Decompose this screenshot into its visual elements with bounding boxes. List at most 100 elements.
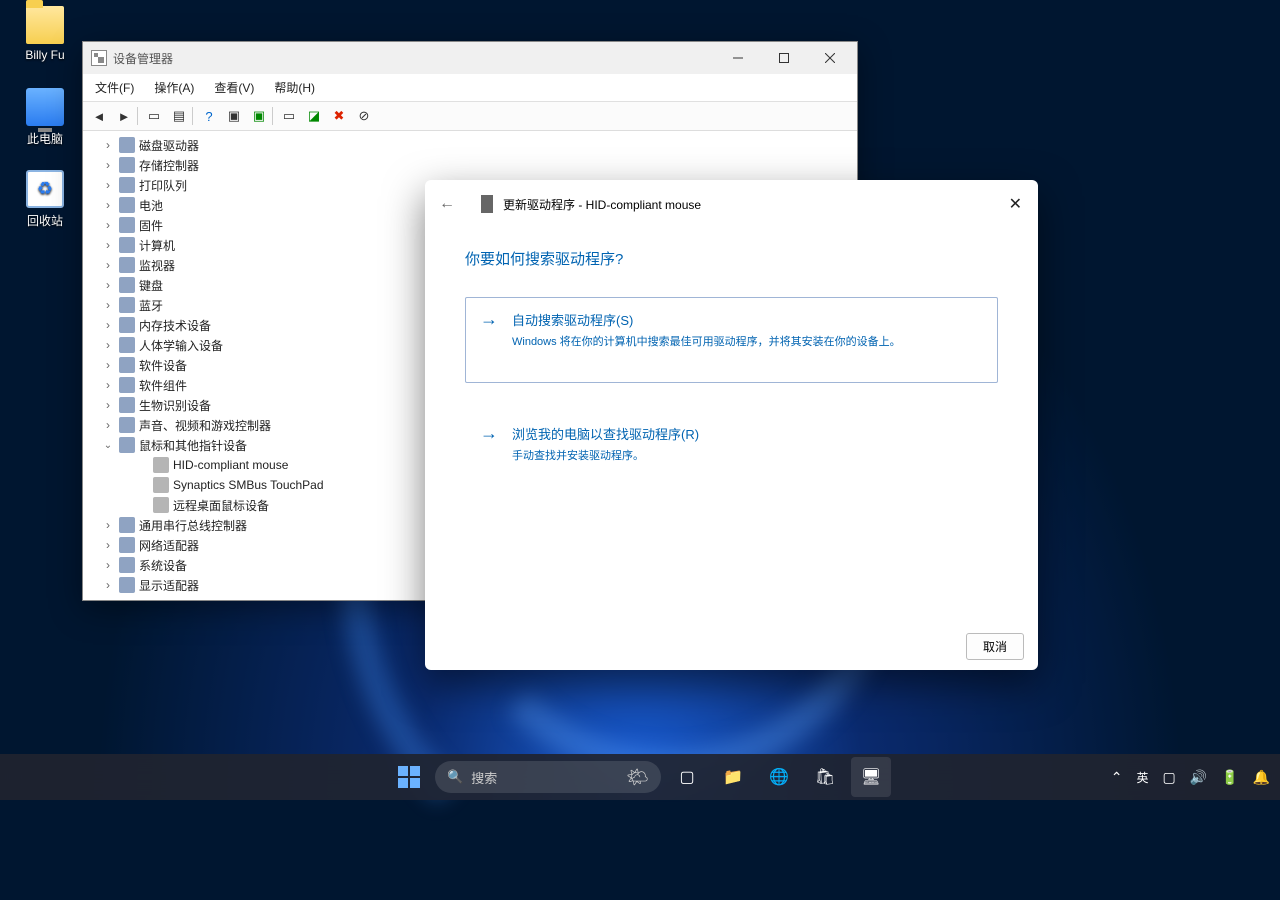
category-icon (119, 317, 135, 333)
folder-icon (26, 6, 64, 44)
update-button[interactable]: ▣ (247, 104, 271, 128)
back-icon[interactable]: ← (439, 195, 463, 213)
battery-icon[interactable]: 🔋 (1221, 769, 1238, 786)
category-icon (119, 517, 135, 533)
chevron-right-icon[interactable] (101, 398, 115, 412)
desktop-icon-recycle-bin[interactable]: 回收站 (10, 170, 80, 229)
category-icon (119, 137, 135, 153)
separator (192, 107, 196, 125)
category-icon (119, 337, 135, 353)
ime-indicator[interactable]: 英 (1136, 769, 1148, 786)
menubar: 文件(F) 操作(A) 查看(V) 帮助(H) (83, 74, 857, 102)
category-icon (119, 417, 135, 433)
devmgr-icon: 🖥 (861, 767, 881, 787)
tree-node-label: 声音、视频和游戏控制器 (139, 417, 271, 434)
store-button[interactable]: 🛍 (805, 757, 845, 797)
separator (272, 107, 276, 125)
taskbar: 🔍 搜索 🌤 ▢ 📁 🌐 🛍 🖥 ⌃ 英 ▢ 🔊 🔋 🔔 (0, 754, 1280, 800)
enable-button[interactable]: ▭ (277, 104, 301, 128)
uninstall-button[interactable]: ✖ (327, 104, 351, 128)
category-icon (119, 377, 135, 393)
back-button[interactable]: ◄ (87, 104, 111, 128)
tree-node-label: 内存技术设备 (139, 317, 211, 334)
chevron-right-icon[interactable] (101, 418, 115, 432)
tree-node-label: 软件组件 (139, 377, 187, 394)
desktop-icon-user-folder[interactable]: Billy Fu (10, 6, 80, 62)
toolbar: ◄ ► ▭ ▤ ? ▣ ▣ ▭ ◪ ✖ ⊘ (83, 102, 857, 131)
store-icon: 🛍 (815, 767, 835, 787)
chevron-right-icon[interactable] (101, 358, 115, 372)
tree-node-label: 显示适配器 (139, 577, 199, 594)
help-button[interactable]: ? (197, 104, 221, 128)
category-icon (119, 397, 135, 413)
chevron-right-icon[interactable] (101, 298, 115, 312)
devmgr-taskbar-button[interactable]: 🖥 (851, 757, 891, 797)
menu-view[interactable]: 查看(V) (208, 76, 260, 99)
tree-node-label: 生物识别设备 (139, 397, 211, 414)
task-view-button[interactable]: ▢ (667, 757, 707, 797)
search-icon: 🔍 (447, 769, 463, 785)
file-explorer-button[interactable]: 📁 (713, 757, 753, 797)
chevron-right-icon[interactable] (101, 158, 115, 172)
close-icon[interactable]: ✕ (1005, 190, 1026, 218)
devmgr-icon (91, 50, 107, 66)
chevron-right-icon[interactable] (101, 338, 115, 352)
category-icon (119, 557, 135, 573)
close-button[interactable] (807, 43, 853, 73)
scan-button[interactable]: ▣ (222, 104, 246, 128)
chevron-right-icon[interactable] (101, 558, 115, 572)
maximize-button[interactable] (761, 43, 807, 73)
tree-node-label: 键盘 (139, 277, 163, 294)
option-title: 自动搜索驱动程序(S) (512, 310, 901, 329)
chevron-right-icon[interactable] (101, 318, 115, 332)
menu-file[interactable]: 文件(F) (89, 76, 140, 99)
properties-button[interactable]: ▤ (167, 104, 191, 128)
arrow-right-icon: → (480, 310, 498, 370)
tree-node-label: 固件 (139, 217, 163, 234)
tree-node-label: 系统设备 (139, 557, 187, 574)
network-icon[interactable]: ▢ (1162, 769, 1175, 786)
chevron-down-icon[interactable] (101, 440, 115, 451)
notifications-icon[interactable]: 🔔 (1253, 769, 1270, 786)
chevron-right-icon[interactable] (101, 138, 115, 152)
dialog-title: 更新驱动程序 - HID-compliant mouse (503, 196, 701, 213)
volume-icon[interactable]: 🔊 (1190, 769, 1207, 786)
tree-node-label: 计算机 (139, 237, 175, 254)
edge-button[interactable]: 🌐 (759, 757, 799, 797)
titlebar[interactable]: 设备管理器 (83, 42, 857, 74)
menu-action[interactable]: 操作(A) (148, 76, 200, 99)
chevron-right-icon[interactable] (101, 238, 115, 252)
search-input[interactable]: 🔍 搜索 🌤 (435, 761, 661, 793)
install-button[interactable]: ◪ (302, 104, 326, 128)
menu-help[interactable]: 帮助(H) (268, 76, 321, 99)
chevron-right-icon[interactable] (101, 278, 115, 292)
category-icon (119, 297, 135, 313)
tree-node-label: 软件设备 (139, 357, 187, 374)
chevron-right-icon[interactable] (101, 198, 115, 212)
tree-node[interactable]: 存储控制器 (83, 155, 857, 175)
tree-node[interactable]: 磁盘驱动器 (83, 135, 857, 155)
tree-node-label: 打印队列 (139, 177, 187, 194)
tree-node-label: 磁盘驱动器 (139, 137, 199, 154)
window-title: 设备管理器 (113, 50, 173, 67)
category-icon (119, 197, 135, 213)
option-auto-search[interactable]: → 自动搜索驱动程序(S) Windows 将在你的计算机中搜索最佳可用驱动程序… (465, 297, 998, 383)
chevron-right-icon[interactable] (101, 378, 115, 392)
disable-button[interactable]: ⊘ (352, 104, 376, 128)
start-button[interactable] (389, 757, 429, 797)
forward-button[interactable]: ► (112, 104, 136, 128)
minimize-button[interactable] (715, 43, 761, 73)
desktop-icon-label: 此电脑 (10, 130, 80, 147)
chevron-right-icon[interactable] (101, 178, 115, 192)
show-hidden-button[interactable]: ▭ (142, 104, 166, 128)
tray-overflow-icon[interactable]: ⌃ (1111, 769, 1123, 786)
desktop-icon-this-pc[interactable]: 此电脑 (10, 88, 80, 147)
cancel-button[interactable]: 取消 (966, 633, 1024, 660)
chevron-right-icon[interactable] (101, 218, 115, 232)
chevron-right-icon[interactable] (101, 518, 115, 532)
chevron-right-icon[interactable] (101, 538, 115, 552)
chevron-right-icon[interactable] (101, 578, 115, 592)
option-browse[interactable]: → 浏览我的电脑以查找驱动程序(R) 手动查找并安装驱动程序。 (465, 411, 998, 476)
chevron-right-icon[interactable] (101, 258, 115, 272)
category-icon (119, 217, 135, 233)
